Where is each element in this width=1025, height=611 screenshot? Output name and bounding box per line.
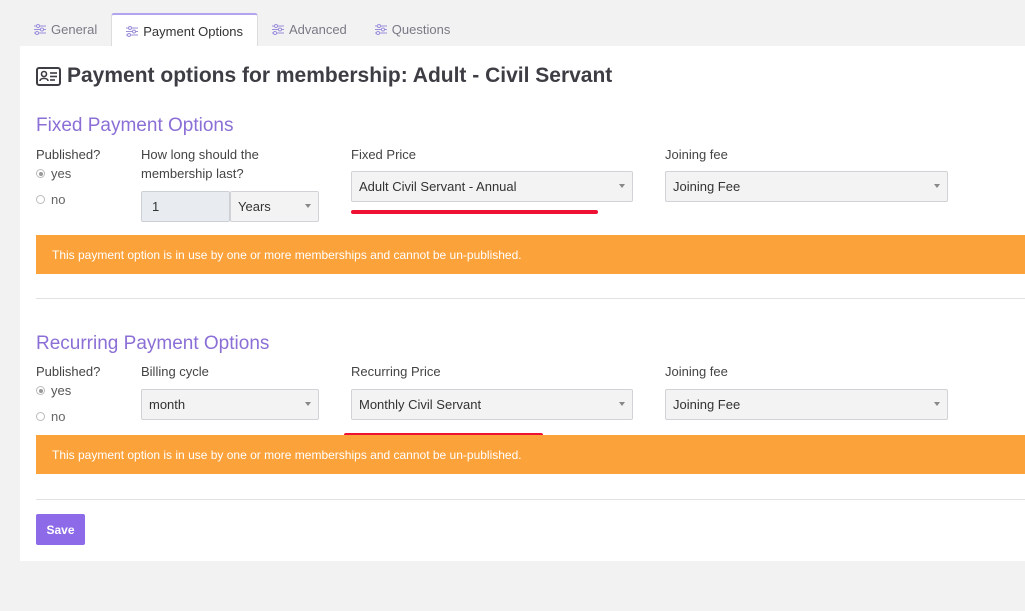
- recurring-published-no-radio[interactable]: no: [36, 409, 65, 424]
- tab-questions[interactable]: Questions: [361, 13, 465, 46]
- page-title: Payment options for membership: Adult - …: [36, 64, 612, 88]
- duration-input[interactable]: 1: [141, 191, 230, 222]
- save-button[interactable]: Save: [36, 514, 85, 545]
- caret-down-icon: [934, 402, 940, 406]
- recurring-published-yes-radio[interactable]: yes: [36, 383, 71, 398]
- fixed-price-label: Fixed Price: [351, 147, 417, 162]
- recurring-price-select[interactable]: Monthly Civil Servant: [351, 389, 633, 420]
- recurring-published-label: Published?: [36, 364, 101, 379]
- tab-label: Questions: [391, 22, 451, 37]
- fixed-published-label: Published?: [36, 147, 101, 162]
- tab-label: Advanced: [288, 22, 347, 37]
- radio-label: yes: [51, 166, 72, 181]
- radio-label: yes: [51, 383, 72, 398]
- radio-dot: [36, 386, 45, 395]
- select-value: Joining Fee: [673, 179, 741, 194]
- id-card-icon: [36, 66, 61, 86]
- caret-down-icon: [934, 184, 940, 188]
- select-value: Joining Fee: [673, 397, 741, 412]
- tab-general[interactable]: General: [20, 13, 111, 46]
- sliders-icon: [374, 24, 387, 35]
- fixed-published-no-radio[interactable]: no: [36, 192, 65, 207]
- tab-label: General: [51, 22, 98, 37]
- annotation-underline: [351, 210, 598, 214]
- sliders-icon: [126, 25, 139, 37]
- radio-dot: [36, 195, 45, 204]
- select-value: Adult Civil Servant - Annual: [359, 179, 517, 194]
- fixed-alert: This payment option is in use by one or …: [36, 235, 1025, 274]
- billing-cycle-select[interactable]: month: [141, 389, 319, 420]
- caret-down-icon: [619, 184, 625, 188]
- recurring-alert: This payment option is in use by one or …: [36, 435, 1025, 474]
- select-value: Years: [238, 199, 271, 214]
- fixed-joining-fee-label: Joining fee: [665, 147, 728, 162]
- fixed-section-title: Fixed Payment Options: [36, 115, 234, 136]
- fixed-joining-fee-select[interactable]: Joining Fee: [665, 171, 948, 202]
- radio-label: no: [51, 409, 66, 424]
- fixed-price-select[interactable]: Adult Civil Servant - Annual: [351, 171, 633, 202]
- caret-down-icon: [619, 402, 625, 406]
- tab-payment-options[interactable]: Payment Options: [111, 13, 258, 47]
- recurring-section-title: Recurring Payment Options: [36, 333, 270, 354]
- duration-label: How long should the membership last?: [141, 147, 259, 181]
- section-divider: [36, 499, 1025, 500]
- sliders-icon: [34, 24, 46, 35]
- caret-down-icon: [305, 402, 311, 406]
- billing-cycle-label: Billing cycle: [141, 364, 209, 379]
- caret-down-icon: [305, 204, 311, 208]
- recurring-joining-fee-select[interactable]: Joining Fee: [665, 389, 948, 420]
- fixed-published-yes-radio[interactable]: yes: [36, 166, 71, 181]
- radio-dot: [36, 169, 45, 178]
- duration-unit-select[interactable]: Years: [230, 191, 319, 222]
- main-panel: Payment options for membership: Adult - …: [20, 46, 1025, 561]
- page-title-text: Payment options for membership: Adult - …: [67, 64, 613, 87]
- tab-advanced[interactable]: Advanced: [258, 13, 361, 46]
- tab-label: Payment Options: [143, 23, 243, 39]
- tab-bar: General Payment Options Advanced Questio…: [20, 13, 465, 47]
- radio-label: no: [51, 192, 66, 207]
- select-value: Monthly Civil Servant: [359, 397, 482, 412]
- select-value: month: [149, 397, 186, 412]
- radio-dot: [36, 412, 45, 421]
- recurring-price-label: Recurring Price: [351, 364, 441, 379]
- recurring-joining-fee-label: Joining fee: [665, 364, 728, 379]
- section-divider: [36, 298, 1025, 299]
- sliders-icon: [271, 24, 284, 35]
